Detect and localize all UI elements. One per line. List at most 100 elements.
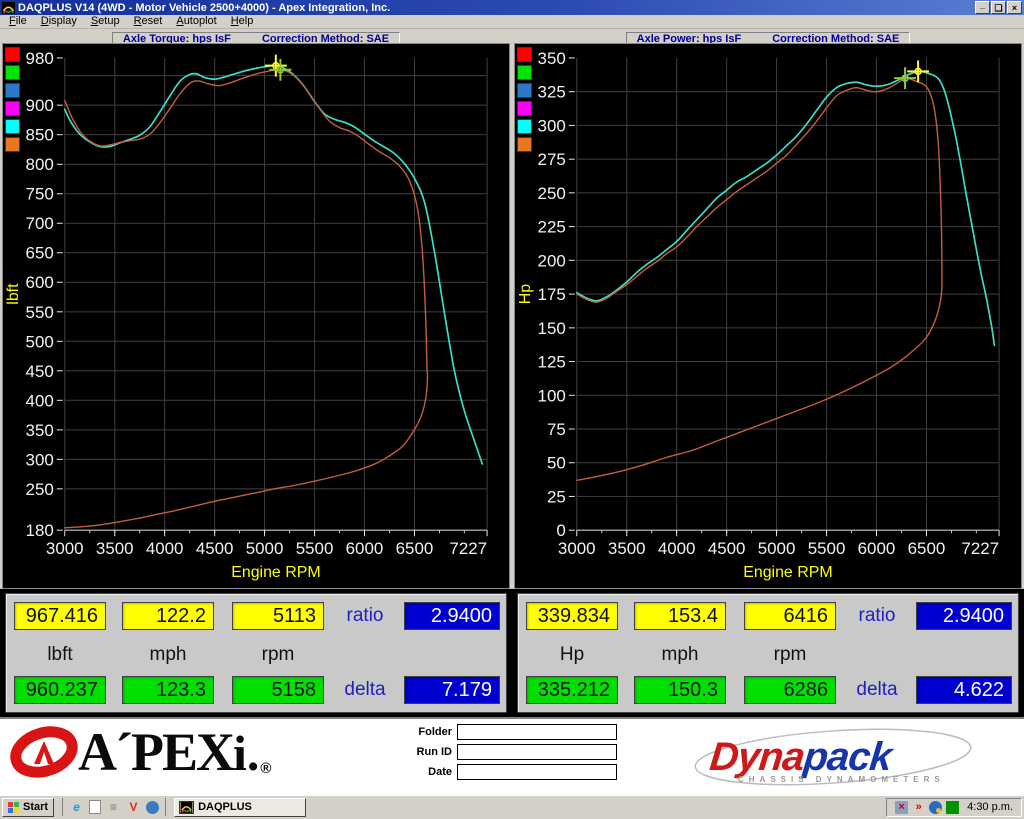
fast-forward-icon[interactable]: » — [912, 801, 925, 814]
torque-unit-label: lbft — [14, 642, 106, 668]
y-axis-title: Hp — [517, 284, 534, 305]
dynapack-subtitle: CHASSIS DYNAMOMETERS — [738, 775, 945, 784]
peak-torque-mph: 122.2 — [122, 602, 214, 630]
date-label: Date — [404, 766, 452, 778]
y-tick-label: 250 — [26, 480, 54, 499]
folder-input[interactable] — [457, 724, 617, 740]
torque-chart-panel: Axle Torque: hps IsF Correction Method: … — [0, 29, 512, 589]
current-torque-mph: 123.3 — [122, 676, 214, 704]
messenger-icon[interactable] — [146, 801, 159, 814]
menu-setup[interactable]: Setup — [84, 15, 127, 28]
y-tick-label: 700 — [26, 214, 54, 233]
y-tick-label: 175 — [538, 285, 566, 304]
power-previous-run — [577, 78, 942, 480]
x-tick-label: 3500 — [608, 539, 646, 558]
y-tick-label: 275 — [538, 150, 566, 169]
current-torque-value: 960.237 — [14, 676, 106, 704]
power-chart[interactable]: 3503253002752502252001751501251007550250… — [514, 43, 1022, 589]
current-power-value: 335.212 — [526, 676, 618, 704]
minimize-button[interactable]: _ — [975, 1, 990, 14]
y-tick-label: 150 — [538, 319, 566, 338]
network-error-icon[interactable]: × — [895, 801, 908, 814]
peak-torque-value: 967.416 — [14, 602, 106, 630]
run-color-legend — [517, 47, 532, 152]
rpm-unit-label: rpm — [232, 642, 324, 668]
y-tick-label: 550 — [26, 303, 54, 322]
run-id-input[interactable] — [457, 744, 617, 760]
menu-help[interactable]: Help — [224, 15, 261, 28]
current-power-rpm: 6286 — [744, 676, 836, 704]
x-tick-label: 5500 — [808, 539, 846, 558]
window-title: DAQPLUS V14 (4WD - Motor Vehicle 2500+40… — [18, 1, 974, 15]
current-power-mph: 150.3 — [634, 676, 726, 704]
legend-swatch — [5, 47, 20, 62]
internet-explorer-icon[interactable]: e — [69, 800, 84, 815]
run-info-form: FolderRun IDDate — [404, 724, 617, 784]
peak-power-value: 339.834 — [526, 602, 618, 630]
torque-current-run — [65, 66, 483, 464]
power-chart-header: Axle Power: hps IsF Correction Method: S… — [512, 29, 1024, 43]
delta-value: 7.179 — [404, 676, 500, 704]
ratio-label: ratio — [332, 602, 398, 630]
windows-logo-icon — [8, 802, 20, 813]
delta-value: 4.622 — [916, 676, 1012, 704]
registered-mark: ® — [260, 760, 271, 777]
branding-area: A´PEX i. ® FolderRun IDDate Dynapack CHA… — [0, 717, 1024, 795]
daqplus-app-icon — [179, 801, 194, 814]
taskbar-clock: 4:30 p.m. — [967, 801, 1013, 813]
dynapack-word-blue: pack — [802, 735, 894, 779]
menu-display[interactable]: Display — [34, 15, 84, 28]
torque-plot[interactable]: 9809008508007507006506005505004504003503… — [3, 44, 509, 588]
readouts-area: 967.416 122.2 5113 lbft mph rpm 960.237 … — [0, 589, 1024, 717]
daqplus-app-icon[interactable] — [2, 2, 15, 14]
x-axis-title: Engine RPM — [743, 564, 832, 581]
y-tick-label: 500 — [26, 332, 54, 351]
y-tick-label: 125 — [538, 353, 566, 372]
x-tick-label: 5000 — [758, 539, 796, 558]
restore-button[interactable]: ❏ — [991, 1, 1006, 14]
globe-status-icon[interactable] — [929, 801, 942, 814]
daqplus-window: DAQPLUS V14 (4WD - Motor Vehicle 2500+40… — [0, 0, 1024, 819]
start-button[interactable]: Start — [2, 798, 54, 817]
close-button[interactable]: × — [1007, 1, 1022, 14]
y-tick-label: 750 — [26, 185, 54, 204]
delta-label: delta — [844, 676, 910, 704]
menu-autoplot[interactable]: Autoplot — [169, 15, 223, 28]
stack-icon[interactable]: ≡ — [106, 800, 121, 815]
torque-chart-header: Axle Torque: hps IsF Correction Method: … — [0, 29, 512, 43]
taskbar: Start e ≡ V DAQPLUS × » 4:30 p.m. — [0, 795, 1024, 818]
legend-swatch — [5, 83, 20, 98]
x-tick-label: 4000 — [658, 539, 696, 558]
y-axis-title: lbft — [5, 283, 22, 305]
torque-chart[interactable]: 9809008508007507006506005505004504003503… — [2, 43, 510, 589]
daqplus-task-button[interactable]: DAQPLUS — [174, 798, 306, 817]
status-square-icon[interactable] — [946, 801, 959, 814]
y-tick-label: 450 — [26, 362, 54, 381]
y-tick-label: 50 — [547, 454, 566, 473]
mph-unit-label: mph — [634, 642, 726, 668]
title-bar: DAQPLUS V14 (4WD - Motor Vehicle 2500+40… — [0, 0, 1024, 15]
x-tick-label: 4000 — [146, 539, 184, 558]
run-id-label: Run ID — [404, 746, 452, 758]
system-tray: × » 4:30 p.m. — [886, 798, 1022, 817]
y-tick-label: 300 — [26, 450, 54, 469]
menu-bar: FileDisplaySetupResetAutoplotHelp — [0, 15, 1024, 29]
legend-swatch — [517, 47, 532, 62]
power-current-run — [577, 71, 995, 345]
y-tick-label: 250 — [538, 184, 566, 203]
legend-swatch — [5, 65, 20, 80]
menu-reset[interactable]: Reset — [127, 15, 170, 28]
menu-file[interactable]: File — [2, 15, 34, 28]
date-input[interactable] — [457, 764, 617, 780]
x-tick-label: 4500 — [708, 539, 746, 558]
x-tick-label: 6000 — [858, 539, 896, 558]
mph-unit-label: mph — [122, 642, 214, 668]
legend-swatch — [5, 119, 20, 134]
x-tick-label: 3000 — [46, 539, 84, 558]
document-icon[interactable] — [89, 800, 101, 814]
power-plot[interactable]: 3503253002752502252001751501251007550250… — [515, 44, 1021, 588]
x-tick-label: 6000 — [346, 539, 384, 558]
y-tick-label: 100 — [538, 386, 566, 405]
y-tick-label: 300 — [538, 116, 566, 135]
winamp-icon[interactable]: V — [126, 800, 141, 815]
